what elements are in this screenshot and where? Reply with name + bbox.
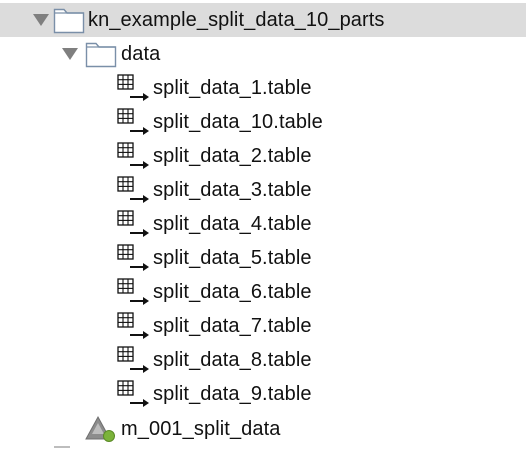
tree-item-label: split_data_6.table	[153, 281, 312, 303]
folder-icon	[84, 37, 118, 71]
tree-item-data-folder[interactable]: data	[0, 37, 526, 71]
table-icon	[116, 173, 152, 207]
workflow-icon	[84, 412, 120, 446]
tree-item-label: data	[121, 43, 161, 65]
table-icon	[116, 241, 152, 275]
tree-item-table[interactable]: split_data_1.table	[0, 71, 526, 105]
tree-item-workflow[interactable]: m_001_split_data	[0, 412, 526, 446]
scroll-edge	[54, 446, 70, 448]
folder-icon	[52, 3, 86, 37]
table-icon	[116, 343, 152, 377]
table-icon	[116, 139, 152, 173]
tree-item-table[interactable]: split_data_6.table	[0, 275, 526, 309]
tree-item-label: split_data_8.table	[153, 349, 312, 371]
tree-item-table[interactable]: split_data_3.table	[0, 173, 526, 207]
tree-item-table[interactable]: split_data_10.table	[0, 105, 526, 139]
triangle-down-icon[interactable]	[30, 3, 52, 37]
tree-item-table[interactable]: split_data_5.table	[0, 241, 526, 275]
tree-item-label: split_data_5.table	[153, 247, 312, 269]
tree-item-table[interactable]: split_data_7.table	[0, 309, 526, 343]
tree-item-label: split_data_9.table	[153, 383, 312, 405]
tree-item-label: m_001_split_data	[121, 418, 281, 440]
table-icon	[116, 105, 152, 139]
tree-item-table[interactable]: split_data_8.table	[0, 343, 526, 377]
table-icon	[116, 207, 152, 241]
tree-item-label: split_data_1.table	[153, 77, 312, 99]
table-icon	[116, 71, 152, 105]
table-icon	[116, 377, 152, 411]
table-icon	[116, 309, 152, 343]
tree-item-table[interactable]: split_data_4.table	[0, 207, 526, 241]
tree-item-label: split_data_2.table	[153, 145, 312, 167]
triangle-down-icon[interactable]	[59, 37, 81, 71]
tree-item-label: split_data_4.table	[153, 213, 312, 235]
tree-item-label: split_data_3.table	[153, 179, 312, 201]
tree-item-label: kn_example_split_data_10_parts	[88, 9, 385, 31]
tree-item-table[interactable]: split_data_9.table	[0, 377, 526, 411]
table-icon	[116, 275, 152, 309]
tree-item-label: split_data_10.table	[153, 111, 323, 133]
tree-item-table[interactable]: split_data_2.table	[0, 139, 526, 173]
project-tree: kn_example_split_data_10_parts data spli…	[0, 0, 526, 450]
tree-item-label: split_data_7.table	[153, 315, 312, 337]
tree-item-project[interactable]: kn_example_split_data_10_parts	[0, 3, 526, 37]
